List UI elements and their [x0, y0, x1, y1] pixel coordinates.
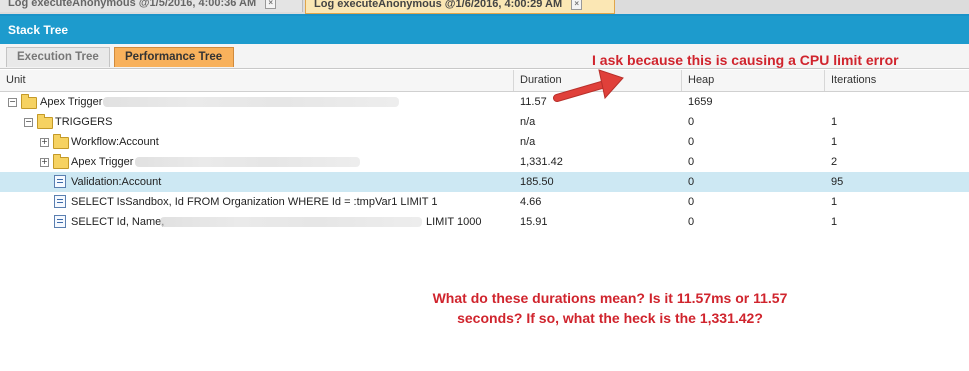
unit-cell: SELECT IsSandbox, Id FROM Organization W… [0, 192, 513, 212]
unit-label: Apex Trigger [40, 96, 103, 108]
expand-icon[interactable]: + [40, 138, 49, 147]
table-row[interactable]: + Apex Trigger 1,331.42 0 2 [0, 152, 969, 172]
column-header-heap[interactable]: Heap [682, 70, 825, 91]
annotation-top: I ask because this is causing a CPU limi… [592, 52, 899, 68]
heap-cell: 0 [688, 176, 695, 188]
unit-cell: Validation:Account [0, 172, 513, 192]
log-tab-2[interactable]: Log executeAnonymous @1/6/2016, 4:00:29 … [305, 0, 615, 14]
duration-cell: 4.66 [520, 196, 542, 208]
duration-cell: 15.91 [520, 216, 548, 228]
log-tab-1[interactable]: Log executeAnonymous @1/5/2016, 4:00:36 … [0, 0, 303, 12]
duration-cell: 1,331.42 [520, 156, 563, 168]
heap-cell: 0 [688, 136, 695, 148]
expand-icon[interactable]: + [40, 158, 49, 167]
iterations-cell: 95 [831, 176, 844, 188]
redacted-text [135, 157, 360, 167]
heap-cell: 0 [688, 216, 695, 228]
redacted-text [103, 97, 399, 107]
folder-icon [37, 114, 53, 129]
close-icon[interactable]: × [265, 0, 277, 9]
column-header-unit[interactable]: Unit [0, 70, 514, 91]
tab-execution-tree[interactable]: Execution Tree [6, 47, 110, 67]
table-row[interactable]: − Apex Trigger 11.57 1659 [0, 92, 969, 112]
close-icon[interactable]: × [571, 0, 583, 10]
unit-cell: + Apex Trigger [0, 152, 513, 172]
unit-label: SELECT IsSandbox, Id FROM Organization W… [71, 196, 438, 208]
folder-icon [21, 94, 37, 109]
table-row[interactable]: − TRIGGERS n/a 0 1 [0, 112, 969, 132]
unit-cell: − TRIGGERS [0, 112, 513, 132]
log-tab-2-label: Log executeAnonymous @1/6/2016, 4:00:29 … [314, 0, 563, 10]
folder-icon [53, 134, 69, 149]
annotation-arrow-icon [553, 69, 624, 102]
log-tab-1-label: Log executeAnonymous @1/5/2016, 4:00:36 … [8, 0, 257, 9]
unit-label: Validation:Account [71, 176, 162, 188]
duration-cell: 11.57 [520, 96, 547, 108]
unit-label: TRIGGERS [55, 116, 113, 128]
duration-cell: 185.50 [520, 176, 554, 188]
tab-performance-tree[interactable]: Performance Tree [114, 47, 234, 67]
duration-cell: n/a [520, 136, 536, 148]
panel-title: Stack Tree [8, 23, 69, 37]
heap-cell: 1659 [688, 96, 713, 108]
iterations-cell: 1 [831, 196, 838, 208]
unit-cell: SELECT Id, Name, LIMIT 1000 [0, 212, 513, 232]
annotation-bottom-line-1: What do these durations mean? Is it 11.5… [432, 290, 788, 306]
collapse-icon[interactable]: − [24, 118, 33, 127]
column-header-iterations[interactable]: Iterations [825, 70, 969, 91]
document-icon [54, 215, 66, 228]
unit-label: Apex Trigger [71, 156, 134, 168]
heap-cell: 0 [688, 116, 695, 128]
unit-cell: − Apex Trigger [0, 92, 513, 112]
panel-header: Stack Tree [0, 16, 969, 44]
redacted-text [160, 217, 422, 227]
tree-grid-body: − Apex Trigger 11.57 1659 − TRIGGERS n/a… [0, 92, 969, 232]
unit-label: SELECT Id, Name, [71, 216, 165, 228]
unit-label: Workflow:Account [71, 136, 159, 148]
document-icon [54, 175, 66, 188]
iterations-cell: 1 [831, 216, 838, 228]
iterations-cell: 2 [831, 156, 838, 168]
log-tab-strip: Log executeAnonymous @1/5/2016, 4:00:36 … [0, 0, 969, 14]
unit-cell: + Workflow:Account [0, 132, 513, 152]
table-row-selected[interactable]: Validation:Account 185.50 0 95 [0, 172, 969, 192]
annotation-bottom: What do these durations mean? Is it 11.5… [400, 288, 820, 328]
folder-icon [53, 154, 69, 169]
table-row[interactable]: SELECT IsSandbox, Id FROM Organization W… [0, 192, 969, 212]
iterations-cell: 1 [831, 116, 838, 128]
unit-label-suffix: LIMIT 1000 [426, 216, 482, 228]
grid-header: Unit Duration Heap Iterations [0, 70, 969, 92]
duration-cell: n/a [520, 116, 536, 128]
iterations-cell: 1 [831, 136, 838, 148]
collapse-icon[interactable]: − [8, 98, 17, 107]
heap-cell: 0 [688, 196, 695, 208]
table-row[interactable]: SELECT Id, Name, LIMIT 1000 15.91 0 1 [0, 212, 969, 232]
document-icon [54, 195, 66, 208]
annotation-bottom-line-2: seconds? If so, what the heck is the 1,3… [457, 310, 763, 326]
heap-cell: 0 [688, 156, 695, 168]
table-row[interactable]: + Workflow:Account n/a 0 1 [0, 132, 969, 152]
